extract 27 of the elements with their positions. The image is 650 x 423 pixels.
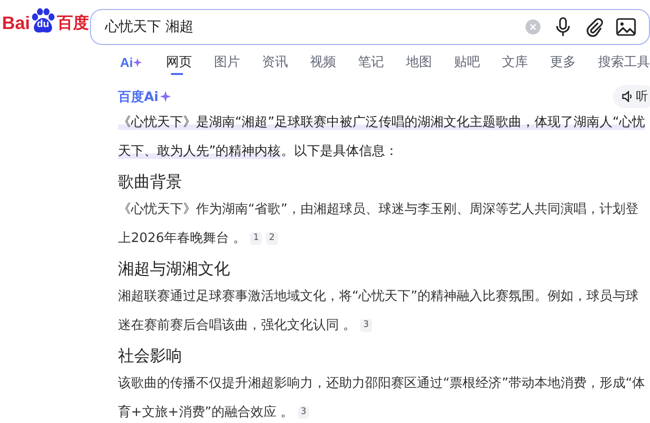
search-tab[interactable]: 图片 — [214, 53, 262, 75]
microphone-icon[interactable] — [554, 16, 572, 36]
section-heading: 歌曲背景 — [118, 172, 183, 193]
search-tab[interactable]: 笔记 — [358, 53, 406, 75]
section-heading: 湘超与湖湘文化 — [118, 259, 231, 280]
search-tab[interactable]: 文库 — [502, 53, 550, 75]
search-tab[interactable]: 视频 — [310, 53, 358, 75]
listen-button[interactable]: 听 — [613, 85, 650, 108]
logo-text: 百度 — [57, 13, 90, 34]
search-tab[interactable]: 贴吧 — [454, 53, 502, 75]
search-tab[interactable]: 更多 — [550, 53, 598, 75]
search-tab[interactable]: 地图 — [406, 53, 454, 75]
ai-brand-logo: 百度Ai — [118, 88, 171, 106]
search-tab[interactable]: 资讯 — [262, 53, 310, 75]
search-field[interactable]: 心忧天下 湘超 — [90, 8, 650, 44]
sparkle-icon — [160, 91, 171, 102]
logo-text: Bai — [2, 13, 30, 34]
section-paragraph: 湘超联赛通过足球赛事激活地域文化，将“心忧天下”的精神融入比赛氛围。例如，球员与球迷在赛前赛后合唱该曲，强化文化认同 。 3 — [118, 288, 640, 335]
ai-tab[interactable]: Ai — [120, 54, 166, 74]
section-heading: 社会影响 — [118, 346, 183, 367]
section-paragraph: 《心忧天下》作为湖南“省歌”，由湘超球员、球迷与李玉刚、周深等艺人共同演唱，计划登上2026年春晚舞台 。 1 2 — [118, 201, 640, 248]
section-paragraph: 该歌曲的传播不仅提升湘超影响力，还助力邵阳赛区通过“票根经济”带动本地消费，形成“体育+文旅+消费”的融合效应 。 3 — [118, 375, 646, 422]
answer-paragraph: 《心忧天下》是湖南“湘超”足球联赛中被广泛传唱的湖湘文化主题歌曲，体现了湖南人“心忧天下、敢为人先”的精神内核。以下是具体信息： — [118, 114, 646, 161]
paperclip-icon[interactable] — [585, 16, 603, 36]
image-icon[interactable] — [616, 18, 636, 36]
sparkle-icon — [133, 58, 142, 66]
speaker-icon — [621, 90, 634, 103]
